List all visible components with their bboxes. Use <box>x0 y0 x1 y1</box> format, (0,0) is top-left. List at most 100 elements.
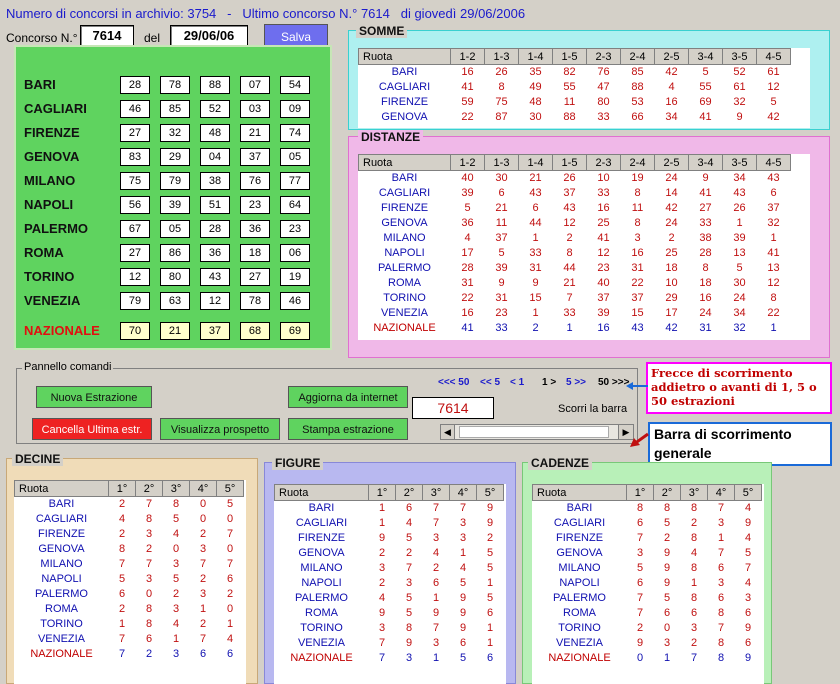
estrazione-number-field[interactable]: 46 <box>120 100 150 118</box>
estrazione-number-field[interactable]: 27 <box>120 124 150 142</box>
estrazione-number-field[interactable]: 48 <box>200 124 230 142</box>
estrazione-number-field[interactable]: 46 <box>280 292 310 310</box>
estrazione-number-field[interactable]: 75 <box>120 172 150 190</box>
scroll-thumb[interactable] <box>459 426 609 438</box>
estrazione-number-field[interactable]: 37 <box>240 148 270 166</box>
decine-table-wrap[interactable]: Ruota 1° 2° 3° 4° 5° BARI 2 7 8 0 5 CAGLIARI 4 8 5 0 0 FIR… <box>14 480 246 684</box>
ruota-cell: VENEZIA <box>555 637 604 649</box>
distanze-table-wrap[interactable]: Ruota 1-2 1-3 1-4 1-5 2-3 2-4 2-5 3-4 3-5 4-5 BARI 4… <box>358 154 810 340</box>
value-cell: 40 <box>597 277 610 289</box>
estrazione-number-field[interactable]: 80 <box>160 268 190 286</box>
ruota-cell: NAZIONALE <box>373 322 436 334</box>
nav-back-5[interactable]: << 5 <box>480 377 500 388</box>
estrazione-number-field[interactable]: 83 <box>120 148 150 166</box>
estrazione-number-field[interactable]: 29 <box>160 148 190 166</box>
estrazione-number-field[interactable]: 78 <box>240 292 270 310</box>
estrazione-number-field[interactable]: 77 <box>280 172 310 190</box>
concorso-number-field[interactable]: 7614 <box>80 25 134 47</box>
estrazione-number-field[interactable]: 28 <box>120 76 150 94</box>
value-cell: 6 <box>459 637 467 649</box>
stampa-estrazione-button[interactable]: Stampa estrazione <box>288 418 408 440</box>
estrazione-number-field[interactable]: 18 <box>240 244 270 262</box>
estrazione-number-field[interactable]: 27 <box>240 268 270 286</box>
estrazione-number-field[interactable]: 38 <box>200 172 230 190</box>
cadenze-table-wrap[interactable]: Ruota 1° 2° 3° 4° 5° BARI 8 8 8 7 4 CAGLIARI 6 5 2 3 9 FIR… <box>532 484 764 684</box>
estrazione-number-field[interactable]: 86 <box>160 244 190 262</box>
aggiorna-internet-button[interactable]: Aggiorna da internet <box>288 386 408 408</box>
value-cell: 3 <box>378 562 386 574</box>
estrazione-number-field[interactable]: 79 <box>120 292 150 310</box>
somme-table-wrap[interactable]: Ruota 1-2 1-3 1-4 1-5 2-3 2-4 2-5 3-4 3-5 4-5 BARI 1… <box>358 48 810 128</box>
estrazione-number-field[interactable]: 85 <box>160 100 190 118</box>
nav-back-1[interactable]: < 1 <box>510 377 524 388</box>
estrazione-number-field[interactable]: 79 <box>160 172 190 190</box>
nav-forward-5[interactable]: 5 >> <box>566 377 586 388</box>
date-field[interactable]: 29/06/06 <box>170 25 248 47</box>
value-cell: 6 <box>432 577 440 589</box>
estrazione-number-field[interactable]: 09 <box>280 100 310 118</box>
frecce-annotation: Frecce di scorrimento addietro o avanti … <box>646 362 832 414</box>
estrazione-number-field[interactable]: 05 <box>280 148 310 166</box>
ruota-cell: GENOVA <box>381 111 428 123</box>
scroll-left-arrow-icon[interactable]: ◀ <box>441 425 455 439</box>
estrazione-number-field[interactable]: 43 <box>200 268 230 286</box>
estrazione-number-field[interactable]: 32 <box>160 124 190 142</box>
estrazione-number-field[interactable]: 54 <box>280 76 310 94</box>
estrazione-number-field[interactable]: 74 <box>280 124 310 142</box>
estrazione-number-field[interactable]: 39 <box>160 196 190 214</box>
estrazione-number-field[interactable]: 03 <box>240 100 270 118</box>
estrazione-number-field[interactable]: 19 <box>280 268 310 286</box>
estrazione-number-field[interactable]: 36 <box>240 220 270 238</box>
visualizza-prospetto-button[interactable]: Visualizza prospetto <box>160 418 280 440</box>
value-cell: 8 <box>145 513 153 525</box>
estrazione-number-field[interactable]: 12 <box>120 268 150 286</box>
estrazione-number-field[interactable]: 12 <box>200 292 230 310</box>
value-cell: 2 <box>432 562 440 574</box>
value-cell: 6 <box>226 648 234 660</box>
ruota-cell: MILANO <box>40 558 83 570</box>
estrazione-number-field[interactable]: 28 <box>200 220 230 238</box>
ruota-cell: TORINO <box>558 622 601 634</box>
value-cell: 61 <box>767 66 780 79</box>
archive-label: Numero di concorsi in archivio: <box>6 6 184 21</box>
estrazione-number-field[interactable]: 05 <box>160 220 190 238</box>
estrazione-number-field[interactable]: 76 <box>240 172 270 190</box>
estrazione-number-field[interactable]: 56 <box>120 196 150 214</box>
estrazione-number-field[interactable]: 23 <box>240 196 270 214</box>
value-cell: 32 <box>733 322 746 334</box>
estrazione-number-field[interactable]: 21 <box>240 124 270 142</box>
nav-back-50[interactable]: <<< 50 <box>438 377 469 388</box>
table-row: NAZIONALE 0 1 7 8 9 <box>533 651 762 666</box>
nuova-estrazione-button[interactable]: Nuova Estrazione <box>36 386 152 408</box>
estrazione-number-field[interactable]: 70 <box>120 322 150 340</box>
value-cell: 7 <box>636 592 644 604</box>
estrazione-number-field[interactable]: 21 <box>160 322 190 340</box>
estrazione-number-field[interactable]: 69 <box>280 322 310 340</box>
value-cell: 5 <box>486 562 494 574</box>
estrazione-number-field[interactable]: 88 <box>200 76 230 94</box>
estrazione-number-field[interactable]: 37 <box>200 322 230 340</box>
cancella-ultima-button[interactable]: Cancella Ultima estr. <box>32 418 152 440</box>
estrazione-number-field[interactable]: 07 <box>240 76 270 94</box>
estrazione-number-field[interactable]: 23 <box>280 220 310 238</box>
distanze-header-cell: Ruota <box>358 154 451 171</box>
estrazione-number-field[interactable]: 78 <box>160 76 190 94</box>
value-cell: 4 <box>226 633 234 645</box>
nav-forward-1[interactable]: 1 > <box>542 377 556 388</box>
value-cell: 1 <box>432 652 440 664</box>
estrazione-number-field[interactable]: 04 <box>200 148 230 166</box>
value-cell: 9 <box>405 637 413 649</box>
estrazione-number-field[interactable]: 64 <box>280 196 310 214</box>
estrazione-number-field[interactable]: 52 <box>200 100 230 118</box>
estrazione-number-field[interactable]: 36 <box>200 244 230 262</box>
estrazione-number-field[interactable]: 63 <box>160 292 190 310</box>
value-cell: 1 <box>566 322 573 334</box>
value-cell: 16 <box>631 247 644 259</box>
value-cell: 7 <box>432 502 440 515</box>
estrazione-number-field[interactable]: 27 <box>120 244 150 262</box>
estrazione-number-field[interactable]: 06 <box>280 244 310 262</box>
estrazione-number-field[interactable]: 68 <box>240 322 270 340</box>
estrazione-number-field[interactable]: 67 <box>120 220 150 238</box>
estrazione-number-field[interactable]: 51 <box>200 196 230 214</box>
figure-table-wrap[interactable]: Ruota 1° 2° 3° 4° 5° BARI 1 6 7 7 9 CAGLIARI 1 4 7 3 9 FIR… <box>274 484 506 684</box>
